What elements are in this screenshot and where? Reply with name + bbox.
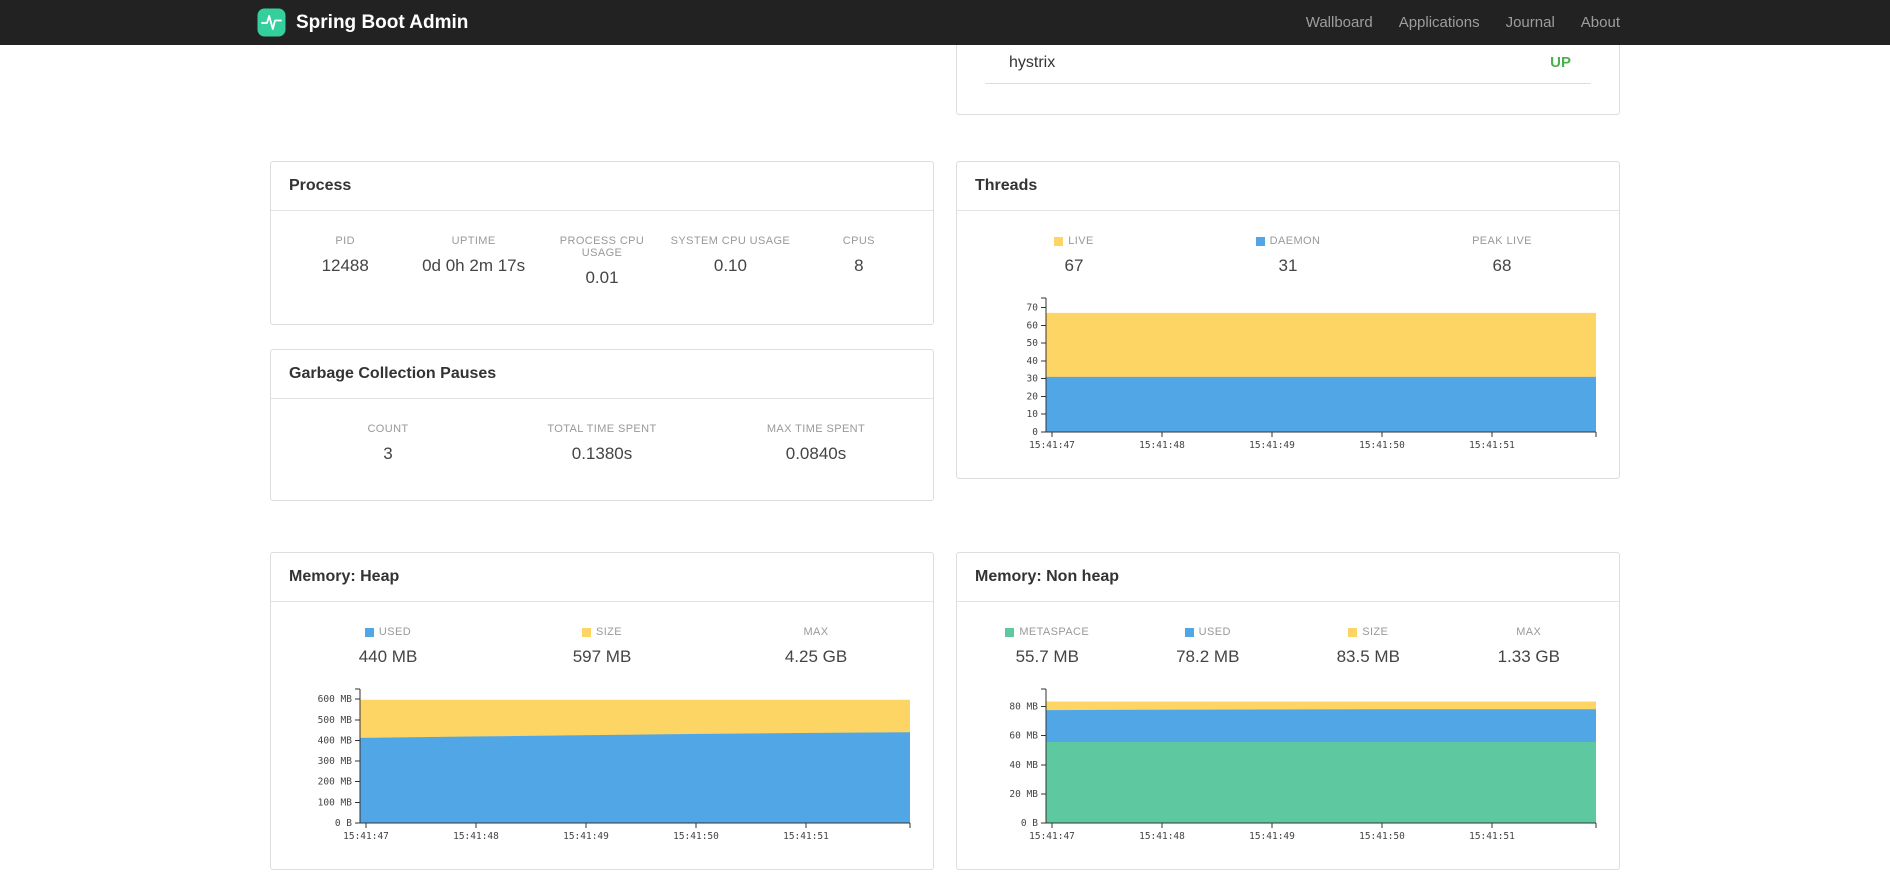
gc-metrics: COUNT 3 TOTAL TIME SPENT 0.1380s MAX TIM… [279, 399, 925, 478]
metric-gc-total-time: TOTAL TIME SPENT 0.1380s [547, 423, 657, 463]
y-axis-tick-label: 0 B [1021, 818, 1038, 829]
nav-item-wallboard[interactable]: Wallboard [1293, 14, 1386, 31]
y-axis-tick-label: 500 MB [318, 715, 353, 726]
daemon-series-swatch [1255, 236, 1265, 246]
memory-nonheap-chart: 0 B 20 MB 40 MB 60 MB 80 MB 15:41:47 15:41:48 1… [1009, 688, 1597, 842]
application-row-hystrix[interactable]: hystrix UP [985, 45, 1591, 84]
metric-nonheap-used: USED 78.2 MB [1176, 626, 1240, 666]
threads-chart: 0 10 20 30 40 50 60 70 15:41:47 15:41:48 15:41:49 1… [1027, 297, 1597, 451]
y-axis-tick-label: 80 MB [1009, 702, 1038, 713]
y-axis-tick-label: 0 B [335, 818, 352, 829]
y-axis-tick-label: 30 [1027, 374, 1039, 385]
x-axis-tick-label: 15:41:50 [1359, 831, 1405, 842]
nav-item-applications[interactable]: Applications [1386, 14, 1493, 31]
x-axis-tick-label: 15:41:50 [673, 831, 719, 842]
x-axis-tick-label: 15:41:51 [1469, 440, 1515, 451]
memory-nonheap-card: Memory: Non heap METASPACE 55.7 MB USED … [956, 552, 1620, 870]
heap-metrics: USED 440 MB SIZE 597 MB MAX 4.25 GB [279, 602, 925, 681]
x-axis-tick-label: 15:41:47 [343, 831, 389, 842]
brand-title: Spring Boot Admin [296, 11, 469, 33]
y-axis-tick-label: 50 [1027, 338, 1039, 349]
metric-heap-size: SIZE 597 MB [572, 626, 632, 666]
daemon-area-series [1046, 376, 1596, 432]
nonheap-used-series-swatch [1184, 627, 1194, 637]
metric-pid: PID 12488 [321, 235, 369, 275]
y-axis-tick-label: 100 MB [318, 797, 353, 808]
heap-size-series-swatch [581, 627, 591, 637]
x-axis-tick-label: 15:41:49 [1249, 440, 1295, 451]
brand-link[interactable]: Spring Boot Admin [257, 8, 468, 37]
y-axis-tick-label: 40 MB [1009, 760, 1038, 771]
x-axis-tick-label: 15:41:48 [453, 831, 499, 842]
x-axis-tick-label: 15:41:47 [1029, 440, 1075, 451]
nav-links: Wallboard Applications Journal About [1293, 14, 1633, 31]
x-axis-tick-label: 15:41:49 [563, 831, 609, 842]
status-row-wrapper: hystrix UP [270, 45, 1620, 115]
metric-gc-count: COUNT 3 [367, 423, 409, 463]
spring-boot-admin-logo-icon [257, 8, 286, 37]
nonheap-size-series-swatch [1348, 627, 1358, 637]
heap-used-series-swatch [364, 627, 374, 637]
top-left-spacer [270, 45, 934, 115]
nonheap-metrics: METASPACE 55.7 MB USED 78.2 MB SIZE 83.5… [965, 602, 1611, 681]
metric-cpus: CPUS 8 [842, 235, 875, 275]
application-status-card: hystrix UP [956, 45, 1620, 115]
x-axis-tick-label: 15:41:51 [783, 831, 829, 842]
gc-card-title: Garbage Collection Pauses [271, 350, 933, 399]
x-axis-tick-label: 15:41:50 [1359, 440, 1405, 451]
status-badge: UP [1550, 54, 1571, 71]
metric-nonheap-metaspace: METASPACE 55.7 MB [967, 626, 1128, 667]
gc-card: Garbage Collection Pauses COUNT 3 TOTAL … [270, 349, 934, 501]
y-axis-tick-label: 10 [1027, 409, 1039, 420]
y-axis-tick-label: 40 [1027, 356, 1039, 367]
nav-item-about[interactable]: About [1568, 14, 1633, 31]
process-card-title: Process [271, 162, 933, 211]
x-axis-tick-label: 15:41:47 [1029, 831, 1075, 842]
live-series-swatch [1054, 236, 1064, 246]
y-axis-tick-label: 300 MB [318, 756, 353, 767]
metric-heap-used: USED 440 MB [358, 626, 418, 666]
y-axis-tick-label: 70 [1027, 303, 1039, 314]
metaspace-area-series [1046, 742, 1596, 823]
memory-heap-card-title: Memory: Heap [271, 553, 933, 602]
threads-card-title: Threads [957, 162, 1619, 211]
metric-nonheap-max: MAX 1.33 GB [1497, 626, 1560, 666]
y-axis-tick-label: 200 MB [318, 777, 353, 788]
process-card: Process PID 12488 UPTIME 0d 0h 2m 17s PR… [270, 161, 934, 325]
metric-system-cpu-usage: SYSTEM CPU USAGE 0.10 [670, 235, 791, 275]
y-axis-tick-label: 20 MB [1009, 789, 1038, 800]
y-axis-tick-label: 60 [1027, 320, 1039, 331]
metric-gc-max-time: MAX TIME SPENT 0.0840s [766, 423, 866, 463]
process-metrics: PID 12488 UPTIME 0d 0h 2m 17s PROCESS CP… [279, 211, 925, 302]
metric-process-cpu-usage: PROCESS CPU USAGE 0.01 [559, 235, 645, 287]
memory-nonheap-card-title: Memory: Non heap [957, 553, 1619, 602]
metric-threads-peak-live: PEAK LIVE 68 [1472, 235, 1532, 275]
y-axis-tick-label: 20 [1027, 391, 1039, 402]
navbar: Spring Boot Admin Wallboard Applications… [0, 0, 1890, 45]
memory-heap-card: Memory: Heap USED 440 MB SIZE 597 MB MAX… [270, 552, 934, 870]
metric-threads-live: LIVE 67 [967, 235, 1181, 276]
x-axis-tick-label: 15:41:48 [1139, 831, 1185, 842]
used-area-series [360, 732, 910, 823]
metric-uptime: UPTIME 0d 0h 2m 17s [422, 235, 526, 275]
nav-item-journal[interactable]: Journal [1493, 14, 1568, 31]
y-axis-tick-label: 400 MB [318, 735, 353, 746]
metric-heap-max: MAX 4.25 GB [784, 626, 848, 666]
metaspace-series-swatch [1005, 627, 1015, 637]
y-axis-tick-label: 0 [1032, 427, 1038, 438]
x-axis-tick-label: 15:41:48 [1139, 440, 1185, 451]
threads-metrics: LIVE 67 DAEMON 31 PEAK LIVE 68 [965, 211, 1611, 290]
metric-nonheap-size: SIZE 83.5 MB [1336, 626, 1400, 666]
application-name: hystrix [1009, 54, 1056, 71]
x-axis-tick-label: 15:41:51 [1469, 831, 1515, 842]
y-axis-tick-label: 600 MB [318, 694, 353, 705]
threads-card: Threads LIVE 67 DAEMON 31 PEAK LIVE 68 0… [956, 161, 1620, 479]
metric-threads-daemon: DAEMON 31 [1181, 235, 1395, 276]
y-axis-tick-label: 60 MB [1009, 731, 1038, 742]
x-axis-tick-label: 15:41:49 [1249, 831, 1295, 842]
memory-heap-chart: 0 B 100 MB 200 MB 300 MB 400 MB 500 MB 600 MB 1… [318, 688, 911, 842]
